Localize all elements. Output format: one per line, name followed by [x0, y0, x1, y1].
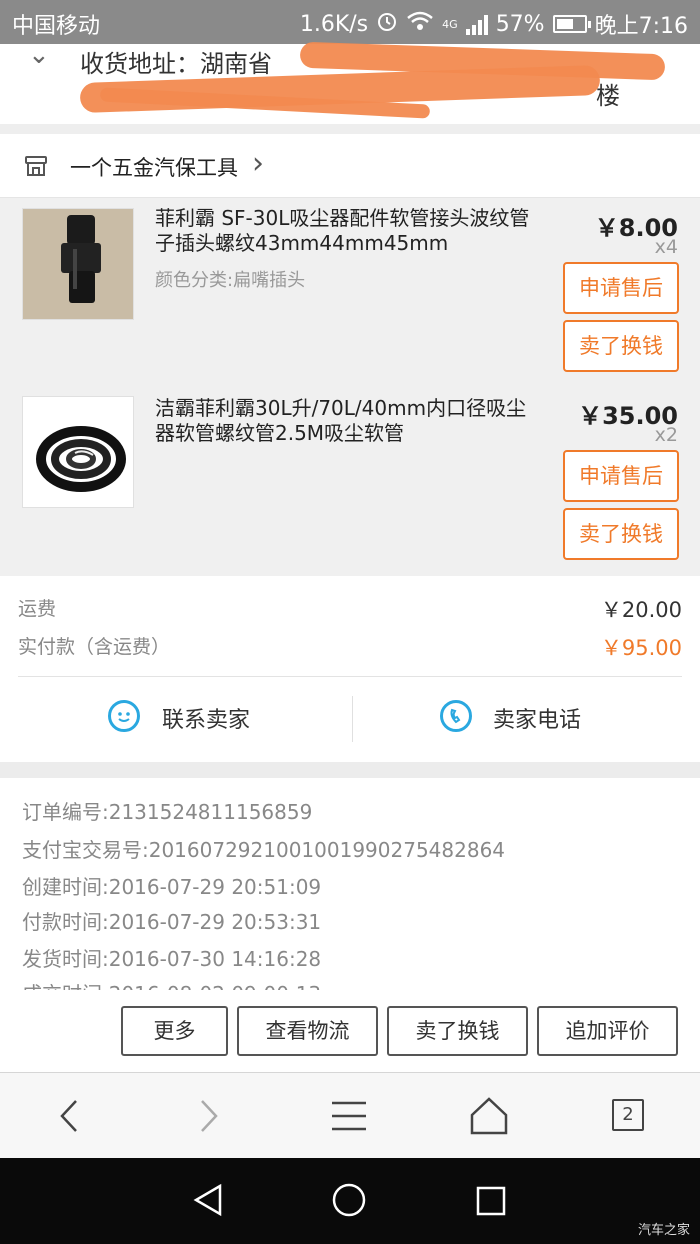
product-image[interactable] — [22, 208, 134, 320]
shipping-label: 运费 — [18, 598, 57, 620]
signal-icon — [465, 13, 488, 35]
forward-icon[interactable] — [184, 1091, 234, 1141]
tabs-counter[interactable]: 2 — [612, 1099, 644, 1131]
seller-phone-label: 卖家电话 — [493, 708, 582, 733]
order-info: 订单编号:2131524811156859 支付宝交易号:20160729210… — [0, 778, 700, 990]
location-icon: ⌄ — [28, 40, 50, 70]
wifi-icon — [406, 10, 434, 38]
back-icon[interactable] — [44, 1091, 94, 1141]
chat-icon — [108, 700, 140, 732]
paid-label: 实付款（含运费） — [18, 636, 171, 658]
home-icon[interactable] — [464, 1091, 514, 1141]
product-title[interactable]: 菲利霸 SF-30L吸尘器配件软管接头波纹管子插头螺纹43mm44mm45mm — [155, 206, 545, 256]
order-number: 订单编号:2131524811156859 — [22, 800, 313, 824]
shipping-value: ￥20.00 — [600, 598, 682, 622]
product-quantity: x2 — [654, 424, 678, 446]
more-button[interactable]: 更多 — [121, 1006, 228, 1056]
order-actions: 更多 查看物流 卖了换钱 追加评价 — [0, 990, 700, 1072]
shop-header[interactable]: 一个五金汽保工具 › — [0, 134, 700, 198]
shop-name: 一个五金汽保工具 — [70, 156, 238, 180]
menu-icon[interactable] — [324, 1091, 374, 1141]
seller-phone-button[interactable]: 卖家电话 — [350, 676, 700, 762]
created-time: 创建时间:2016-07-29 20:51:09 — [22, 875, 322, 899]
view-logistics-button[interactable]: 查看物流 — [237, 1006, 378, 1056]
carrier-name: 中国移动 — [12, 14, 101, 39]
apply-aftersale-button[interactable]: 申请售后 — [563, 262, 679, 314]
battery-icon — [552, 15, 591, 33]
paid-time: 付款时间:2016-07-29 20:53:31 — [22, 910, 322, 934]
order-items: 菲利霸 SF-30L吸尘器配件软管接头波纹管子插头螺纹43mm44mm45mm … — [0, 198, 700, 576]
paid-row: 实付款（含运费） ￥95.00 — [18, 632, 682, 660]
separator — [0, 124, 700, 134]
phone-icon — [440, 700, 472, 732]
clock: 晚上7:16 — [594, 14, 688, 39]
watermark: 汽车之家 — [637, 1223, 690, 1238]
add-review-button[interactable]: 追加评价 — [537, 1006, 678, 1056]
list-item[interactable]: 菲利霸 SF-30L吸尘器配件软管接头波纹管子插头螺纹43mm44mm45mm … — [0, 198, 700, 388]
product-sku: 颜色分类:扁嘴插头 — [155, 270, 306, 291]
status-bar: 中国移动 1.6K/s 4G 57% 晚上7:16 — [0, 0, 700, 44]
product-title[interactable]: 洁霸菲利霸30L升/70L/40mm内口径吸尘器软管螺纹管2.5M吸尘软管 — [155, 396, 545, 446]
nav-home-icon[interactable] — [331, 1182, 367, 1222]
network-speed: 1.6K/s — [299, 11, 369, 37]
nav-recents-icon[interactable] — [474, 1184, 508, 1222]
browser-toolbar: 2 — [0, 1072, 700, 1158]
apply-aftersale-button[interactable]: 申请售后 — [563, 450, 679, 502]
nav-back-icon[interactable] — [190, 1182, 226, 1222]
divider — [352, 696, 353, 742]
resell-button[interactable]: 卖了换钱 — [563, 508, 679, 560]
order-totals: 运费 ￥20.00 实付款（含运费） ￥95.00 联系卖家 卖家电话 — [0, 576, 700, 762]
contact-seller-button[interactable]: 联系卖家 — [0, 676, 350, 762]
resell-button[interactable]: 卖了换钱 — [387, 1006, 528, 1056]
resell-button[interactable]: 卖了换钱 — [563, 320, 679, 372]
separator — [0, 762, 700, 778]
alarm-icon — [376, 10, 398, 38]
shipping-address[interactable]: ⌄ 收货地址：湖南省 楼 — [0, 40, 700, 124]
battery-percent: 57% — [495, 11, 545, 37]
paid-value: ￥95.00 — [600, 636, 682, 660]
system-navigation-bar: 汽车之家 — [0, 1158, 700, 1244]
product-image[interactable] — [22, 396, 134, 508]
product-quantity: x4 — [654, 236, 678, 258]
store-icon — [24, 154, 48, 178]
list-item[interactable]: 洁霸菲利霸30L升/70L/40mm内口径吸尘器软管螺纹管2.5M吸尘软管 ￥3… — [0, 388, 700, 576]
chevron-right-icon: › — [252, 146, 264, 181]
network-type: 4G — [442, 17, 458, 31]
shipped-time: 发货时间:2016-07-30 14:16:28 — [22, 947, 322, 971]
alipay-trade-number: 支付宝交易号:2016072921001001990275482864 — [22, 838, 506, 862]
contact-seller-label: 联系卖家 — [162, 708, 251, 733]
completed-time: 成交时间:2016-08-02 09:00:13 — [22, 978, 321, 990]
address-label: 收货地址：湖南省 — [80, 50, 272, 78]
shipping-row: 运费 ￥20.00 — [18, 594, 682, 622]
